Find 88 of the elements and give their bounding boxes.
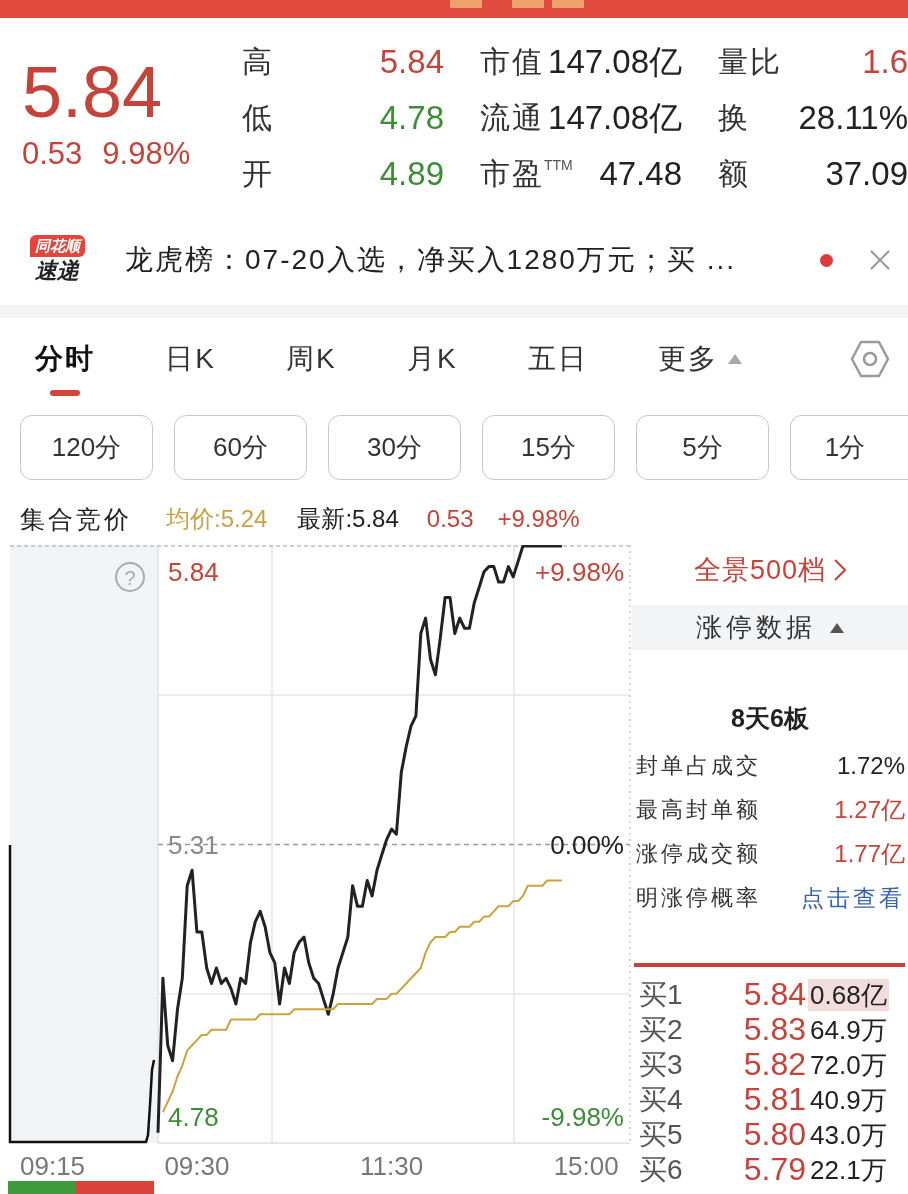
close-icon[interactable]	[870, 250, 890, 270]
price-axis-label: 4.78	[168, 1102, 219, 1133]
stat-label: 开	[242, 155, 274, 192]
limit-stat-label: 明涨停概率	[636, 884, 761, 912]
chart-tab[interactable]: 周K	[286, 318, 337, 400]
stat-value: 28.11%	[798, 99, 908, 137]
price-change: 0.53	[22, 135, 83, 173]
chart-tab[interactable]: 日K	[165, 318, 216, 400]
stat-label: 市值	[480, 43, 544, 80]
last-price: 5.84	[22, 51, 163, 134]
stat-value: 5.84	[379, 43, 444, 81]
stat-label: 高	[242, 43, 274, 80]
tag-icon	[450, 0, 482, 8]
interval-button[interactable]: 30分	[328, 415, 461, 480]
bid-price: 5.80	[742, 1117, 806, 1152]
interval-button[interactable]: 120分	[20, 415, 153, 480]
bid-volume: 22.1万	[809, 1153, 888, 1186]
stat-label: 低	[242, 99, 274, 136]
bid-label: 买5	[639, 1118, 684, 1152]
time-axis-label: 09:30	[164, 1151, 230, 1181]
percent-axis-label: -9.98%	[541, 1102, 624, 1133]
price-axis-label: 5.84	[168, 556, 219, 587]
interval-button[interactable]: 60分	[174, 415, 307, 480]
percent-axis-label: +9.98%	[535, 556, 624, 587]
view-link[interactable]: 点击查看	[801, 882, 905, 914]
percent-axis-label: 0.00%	[550, 829, 624, 860]
caret-icon	[728, 354, 742, 364]
bid-volume: 0.68亿	[808, 978, 889, 1011]
stat-value: 4.89	[379, 155, 444, 193]
streak-label: 8天6板	[730, 703, 810, 734]
average-price: 均价:5.24	[166, 504, 268, 534]
chart-tab[interactable]: 更多	[658, 318, 742, 400]
settings-icon[interactable]	[851, 340, 889, 378]
bid-price: 5.84	[742, 977, 806, 1012]
bid-label: 买3	[639, 1048, 684, 1082]
bid-label: 买1	[639, 978, 684, 1012]
tag-icon	[512, 0, 544, 8]
limit-stat-label: 涨停成交额	[636, 840, 761, 868]
bid-label: 买6	[639, 1153, 684, 1187]
stat-label: 量比	[718, 43, 782, 80]
stat-value: 37.09	[825, 155, 908, 193]
stat-value: 4.78	[379, 99, 444, 137]
bid-volume: 40.9万	[809, 1083, 888, 1116]
bid-price: 5.81	[742, 1082, 806, 1117]
price-axis-label: 5.31	[168, 829, 219, 860]
percent-change: 9.98%	[102, 135, 191, 173]
limit-stat-value: 1.72%	[836, 752, 905, 780]
tag-icon	[552, 0, 584, 8]
stat-value: 147.08亿	[548, 41, 682, 82]
percent-change: +9.98%	[497, 505, 580, 533]
stat-label: 换	[718, 99, 750, 136]
section-header[interactable]: 涨停数据	[632, 605, 908, 650]
interval-button[interactable]: 5分	[636, 415, 769, 480]
bid-volume: 72.0万	[809, 1048, 888, 1081]
limit-stat-value: 1.77亿	[834, 839, 905, 869]
limit-stat-label: 封单占成交	[636, 752, 761, 780]
stat-value: 1.6	[862, 43, 908, 81]
chart-tab[interactable]: 分时	[35, 318, 95, 400]
limit-stat-value: 1.27亿	[834, 795, 905, 825]
bid-label: 买2	[639, 1013, 684, 1047]
interval-button[interactable]: 1分	[790, 415, 908, 480]
time-axis-label: 15:00	[553, 1151, 619, 1181]
logo-text: 速递	[35, 257, 79, 285]
bid-volume: 64.9万	[809, 1013, 888, 1046]
chart-tab[interactable]: 五日	[527, 318, 588, 400]
bid-price: 5.82	[742, 1047, 806, 1082]
latest-price: 最新:5.84	[297, 504, 399, 534]
time-axis-label: 11:30	[360, 1151, 424, 1181]
auction-label: 集合竞价	[20, 503, 132, 535]
bid-label: 买4	[639, 1083, 684, 1117]
stat-label: 流通	[480, 99, 544, 136]
bid-volume: 43.0万	[809, 1118, 888, 1151]
bid-price: 5.83	[742, 1012, 806, 1047]
interval-button[interactable]: 15分	[482, 415, 615, 480]
depth-link[interactable]: 全景500档	[632, 545, 908, 595]
stat-label: 额	[718, 155, 750, 192]
stat-value: 147.08亿	[548, 97, 682, 138]
stat-value: 47.48	[599, 155, 682, 193]
chart-tab[interactable]: 月K	[406, 318, 458, 400]
volume-bar	[8, 1181, 76, 1194]
limit-stat-label: 最高封单额	[636, 796, 761, 824]
chevron-right-icon	[834, 559, 847, 581]
time-axis-label: 09:15	[20, 1151, 86, 1181]
stat-label: 市盈$^{TTM}$	[480, 155, 573, 192]
news-headline[interactable]: 龙虎榜：07-20入选，净买入1280万元；买 ...	[125, 241, 737, 279]
bid-price: 5.79	[742, 1152, 806, 1187]
logo-badge: 同花顺	[29, 235, 85, 257]
price-change: 0.53	[426, 505, 474, 533]
